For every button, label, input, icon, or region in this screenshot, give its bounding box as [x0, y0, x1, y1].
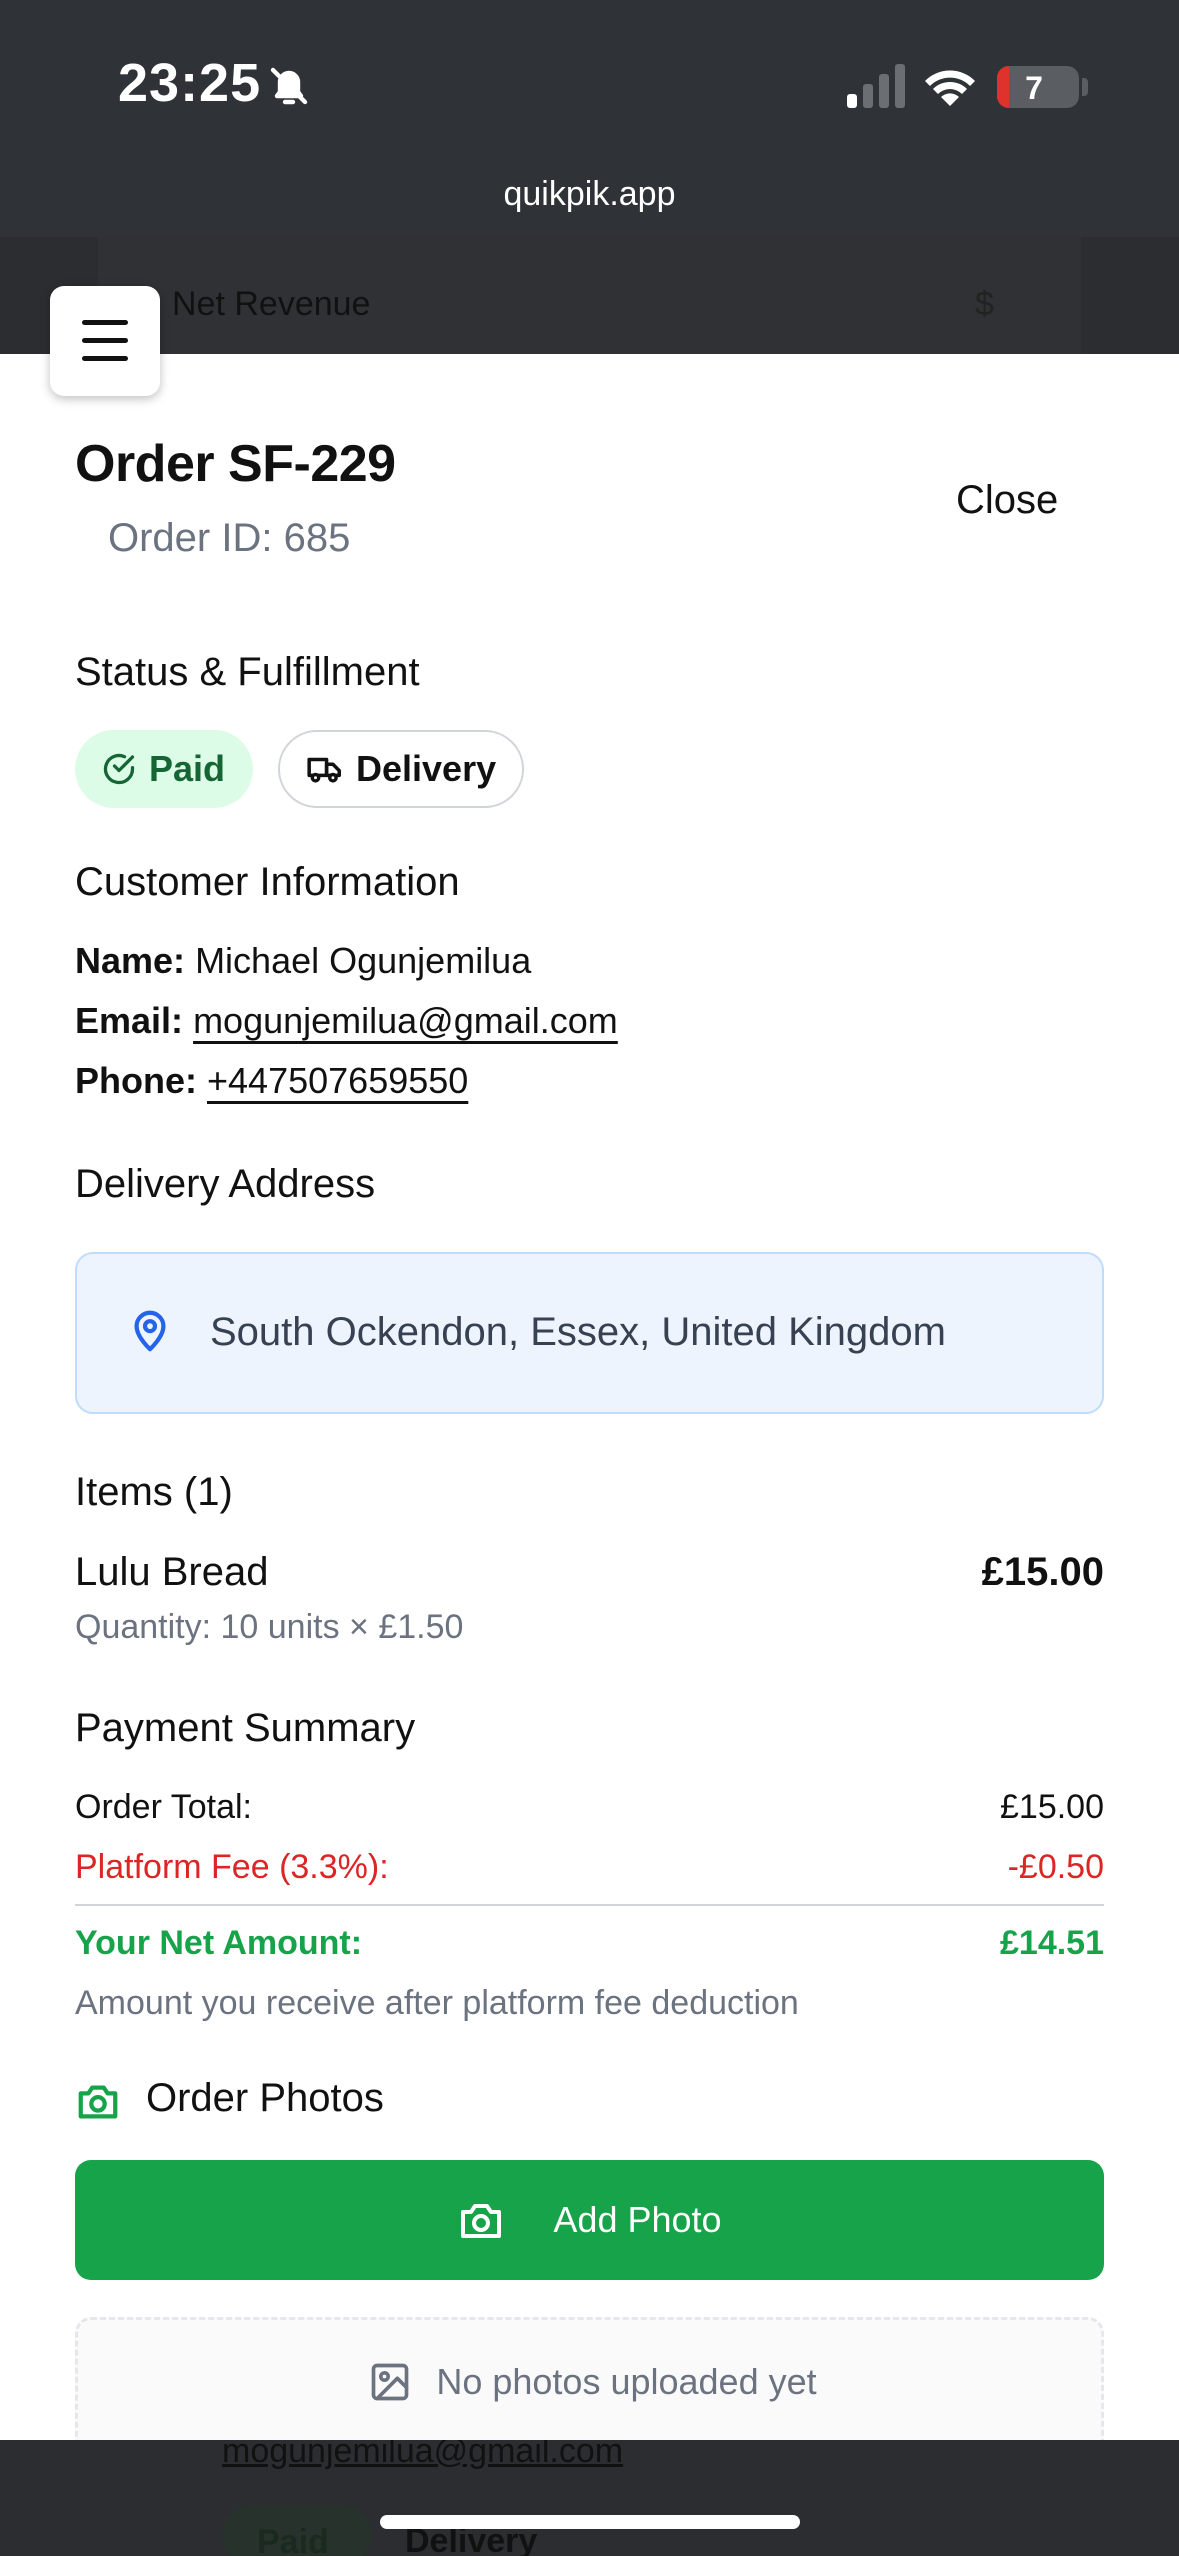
customer-phone-link[interactable]: +447507659550	[207, 1060, 468, 1101]
item-price: £15.00	[981, 1550, 1104, 1594]
order-total-value: £15.00	[1000, 1788, 1104, 1826]
order-detail-modal: Order SF-229 Order ID: 685 Close Status …	[0, 354, 1179, 2440]
battery-nub	[1082, 78, 1088, 96]
item-quantity: Quantity: 10 units × £1.50	[75, 1608, 464, 1646]
status-time: 23:25	[118, 53, 262, 113]
customer-heading: Customer Information	[75, 860, 460, 904]
customer-phone-label: Phone:	[75, 1060, 197, 1101]
order-total-row: Order Total: £15.00	[75, 1788, 1104, 1827]
camera-icon	[78, 2085, 118, 2119]
menu-line	[82, 338, 128, 343]
status-bar: 23:25 7 quikpik.app	[0, 0, 1179, 213]
delivery-address-text: South Ockendon, Essex, United Kingdom	[210, 1310, 946, 1354]
payment-heading: Payment Summary	[75, 1706, 416, 1750]
image-icon	[372, 2363, 409, 2401]
customer-email-link[interactable]: mogunjemilua@gmail.com	[193, 1000, 618, 1041]
customer-email-label: Email:	[75, 1000, 184, 1041]
battery-percent: 7	[1025, 70, 1043, 106]
net-amount-value: £14.51	[1000, 1924, 1104, 1962]
add-photo-label: Add Photo	[553, 2199, 722, 2240]
status-heading: Status & Fulfillment	[75, 650, 420, 694]
customer-name-row: Name: Michael Ogunjemilua	[75, 940, 531, 982]
delivery-badge: Delivery	[278, 730, 524, 808]
net-amount-note: Amount you receive after platform fee de…	[75, 1984, 799, 2022]
customer-email-row: Email: mogunjemilua@gmail.com	[75, 1000, 618, 1042]
order-total-label: Order Total:	[75, 1788, 253, 1826]
order-title: Order SF-229	[75, 435, 396, 493]
check-circle-icon	[103, 753, 135, 785]
platform-fee-row: Platform Fee (3.3%): -£0.50	[75, 1848, 1104, 1887]
no-photos-placeholder: No photos uploaded yet	[75, 2317, 1104, 2440]
paid-badge: Paid	[75, 730, 253, 808]
close-button[interactable]: Close	[956, 478, 1058, 523]
net-amount-row: Your Net Amount: £14.51	[75, 1924, 1104, 1963]
address-heading: Delivery Address	[75, 1162, 376, 1206]
platform-fee-label: Platform Fee (3.3%):	[75, 1848, 389, 1886]
paid-label: Paid	[149, 748, 226, 789]
customer-name-label: Name:	[75, 940, 186, 981]
delivery-label: Delivery	[356, 748, 497, 789]
menu-button[interactable]	[50, 286, 160, 396]
home-indicator[interactable]	[380, 2515, 800, 2529]
net-amount-label: Your Net Amount:	[75, 1924, 363, 1962]
delivery-address-box: South Ockendon, Essex, United Kingdom	[75, 1252, 1104, 1414]
add-photo-button[interactable]: Add Photo	[75, 2160, 1104, 2280]
signal-icon	[847, 64, 905, 108]
wifi-icon	[925, 70, 975, 106]
no-photos-text: No photos uploaded yet	[436, 2361, 817, 2402]
no-photos-content: No photos uploaded yet	[78, 2360, 1107, 2404]
background-currency-symbol: $	[975, 285, 994, 323]
order-id: Order ID: 685	[108, 516, 351, 560]
customer-name: Michael Ogunjemilua	[195, 940, 532, 981]
items-heading: Items (1)	[75, 1470, 233, 1514]
browser-url[interactable]: quikpik.app	[0, 175, 1179, 214]
background-revenue-label: Net Revenue	[172, 285, 371, 323]
item-name: Lulu Bread	[75, 1550, 269, 1594]
platform-fee-value: -£0.50	[1007, 1848, 1104, 1886]
customer-phone-row: Phone: +447507659550	[75, 1060, 468, 1102]
menu-line	[82, 356, 128, 361]
background-paid-badge: Paid	[222, 2505, 372, 2556]
menu-line	[82, 320, 128, 325]
photos-heading: Order Photos	[146, 2076, 384, 2120]
battery-icon: 7	[997, 66, 1079, 108]
camera-icon	[461, 2204, 502, 2238]
map-pin-icon	[134, 1310, 166, 1352]
bell-slash-icon	[270, 67, 308, 105]
truck-icon	[307, 757, 341, 783]
summary-divider	[75, 1904, 1104, 1906]
